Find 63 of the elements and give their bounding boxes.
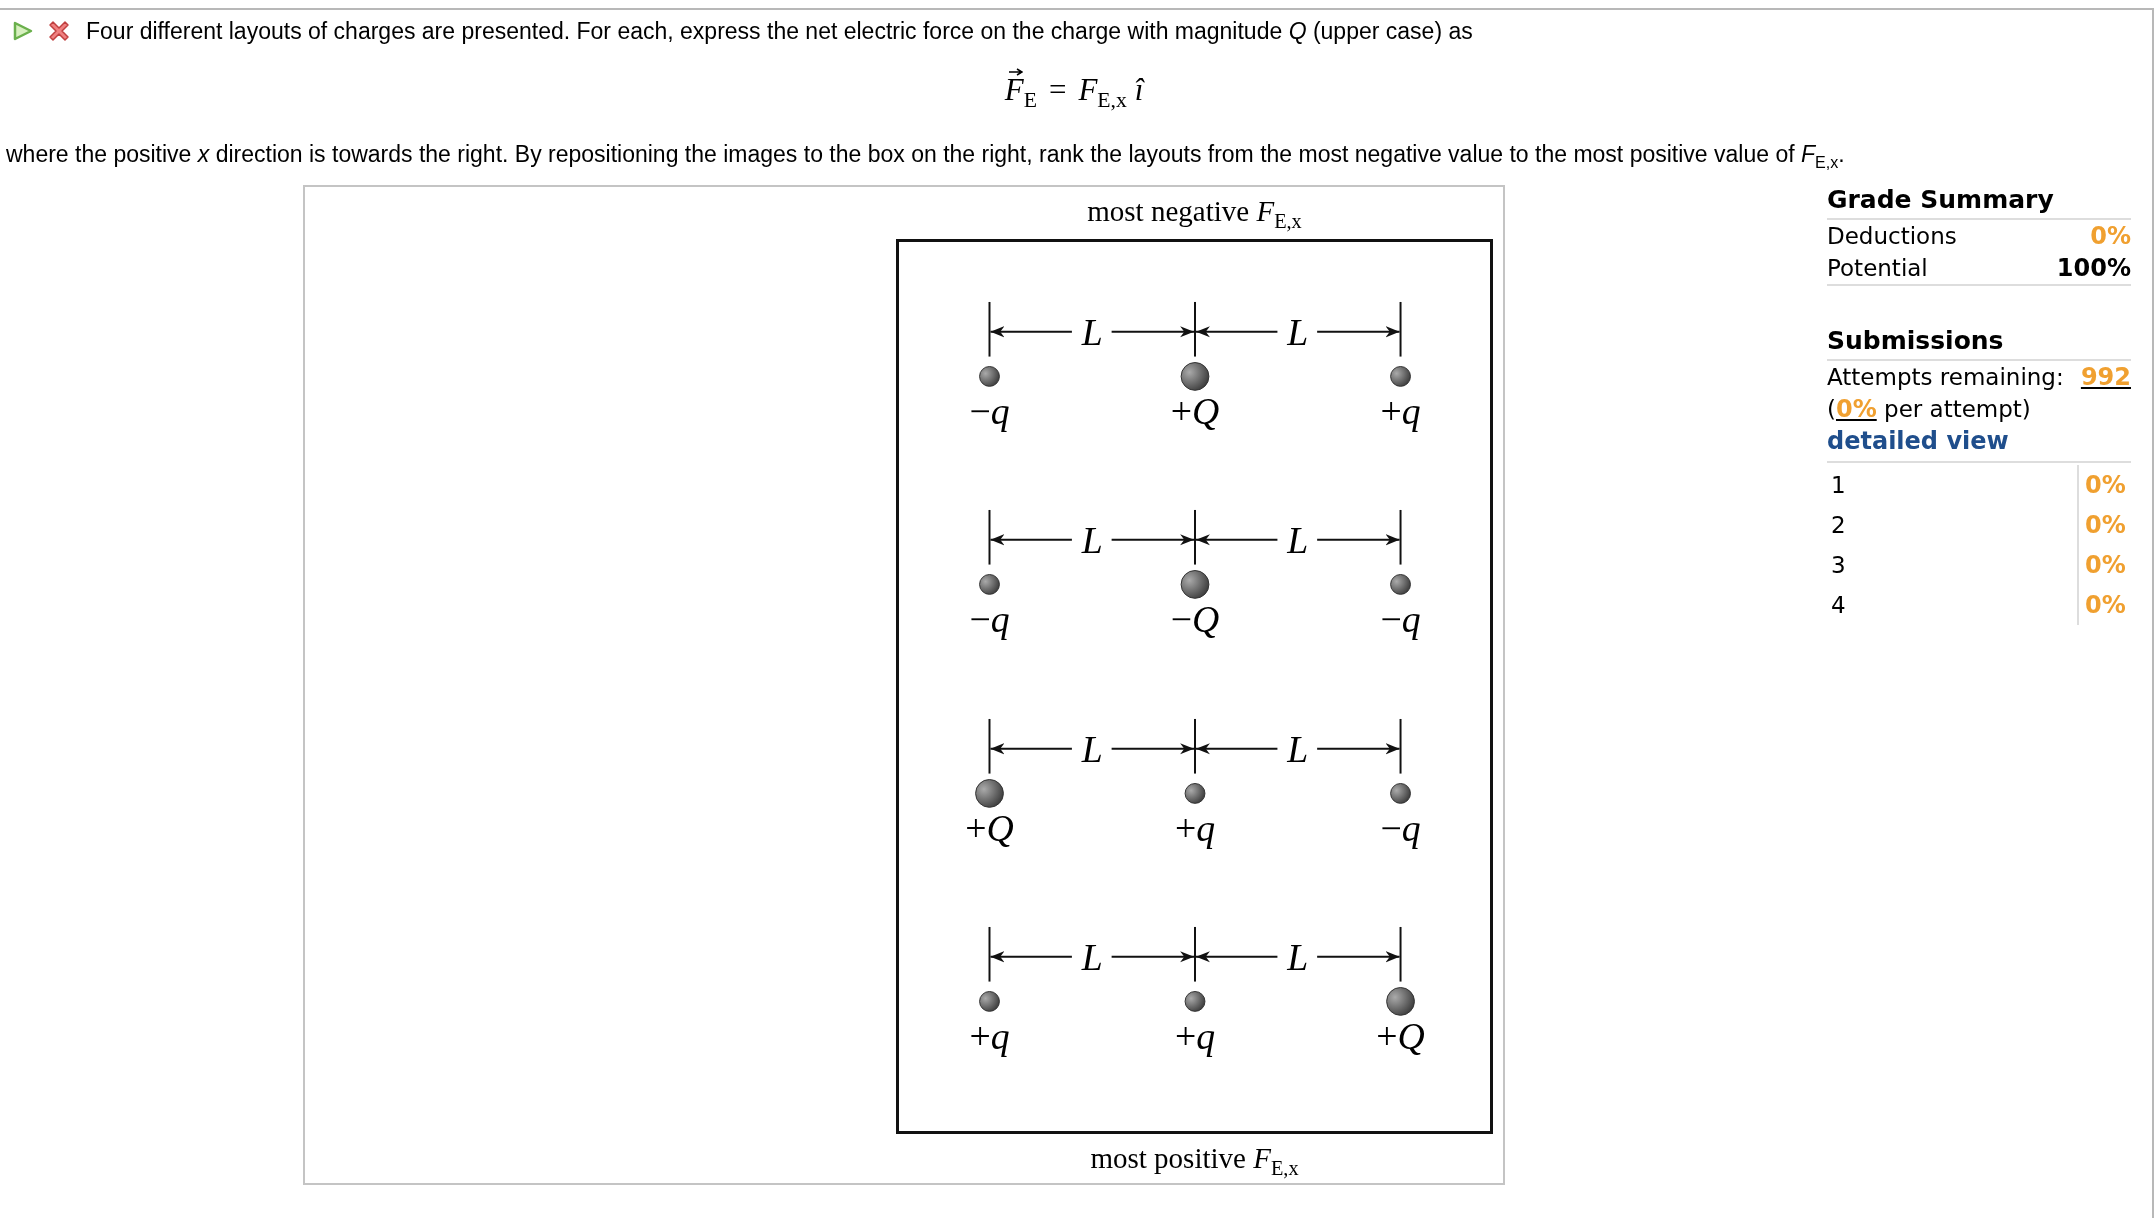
- charge-label: −q: [969, 389, 1010, 432]
- submissions-title: Submissions: [1827, 325, 2131, 361]
- question-text: Four different layouts of charges are presented. For each, express the net electric force on the charge with magnitude Q (upper case) as: [86, 17, 1473, 46]
- per-attempt-text: (0% per attempt): [1827, 393, 2032, 425]
- charge-label: +q: [969, 1015, 1010, 1058]
- distance-label: L: [1287, 935, 1309, 978]
- charge-label: +q: [1174, 1015, 1216, 1058]
- grade-summary-title: Grade Summary: [1827, 184, 2131, 220]
- charge-icon: [975, 778, 1004, 808]
- distance-label: L: [1081, 310, 1103, 353]
- charge-layout-drawing[interactable]: L L +q +q +Q: [899, 922, 1496, 1131]
- attempt-number: 1: [1830, 470, 1847, 500]
- charge-icon: [1184, 782, 1206, 804]
- equals-sign: =: [1048, 72, 1067, 108]
- charge-layout-drawing[interactable]: L L −q +Q +q: [899, 296, 1496, 506]
- charge-layout-drawing[interactable]: L L −q −Q −q: [899, 505, 1496, 714]
- grade-value: 100%: [2056, 252, 2131, 284]
- charge-label: −q: [1380, 806, 1421, 849]
- charge-label: −q: [1380, 598, 1421, 641]
- force-component-expression: F$_{E,x}$ î: [1078, 72, 1144, 114]
- force-vector-symbol: F$_{E}$: [1004, 72, 1037, 107]
- grade-value: 0%: [2090, 220, 2131, 252]
- distance-label: L: [1287, 310, 1309, 353]
- play-icon[interactable]: [12, 20, 34, 42]
- charge-icon: [979, 991, 1000, 1012]
- charge-icon: [1390, 574, 1411, 595]
- attempt-score: 0%: [2077, 544, 2131, 585]
- distance-label: L: [1287, 727, 1309, 770]
- charge-icon: [1390, 365, 1411, 387]
- grade-label: Potential: [1827, 253, 1928, 283]
- ranking-bottom-label: most positive F$_{E,x}$: [1089, 1140, 1300, 1181]
- distance-label: L: [1287, 518, 1309, 561]
- instructions-text: where the positive x direction is towards the right. By repositioning the images to the box on the right, rank the layouts from the most negative value to the most positive value of F$_{E,x}$.: [6, 141, 1845, 168]
- attempt-number: 2: [1830, 510, 1847, 540]
- charge-icon: [1390, 782, 1411, 804]
- charge-label: +Q: [1376, 1015, 1425, 1058]
- charge-icon: [1180, 361, 1210, 391]
- distance-label: L: [1081, 518, 1103, 561]
- attempt-score: 0%: [2077, 584, 2131, 625]
- charge-label: +q: [1380, 389, 1421, 432]
- attempt-number: 4: [1830, 590, 1847, 620]
- detailed-view-link[interactable]: detailed view: [1827, 424, 2131, 463]
- charge-label: +Q: [965, 806, 1014, 849]
- grade-label: Deductions: [1827, 221, 1957, 251]
- attempts-label: Attempts remaining:: [1827, 362, 2064, 392]
- charge-icon: [1180, 570, 1210, 599]
- charge-icon: [1184, 991, 1206, 1012]
- charge-label: +Q: [1170, 389, 1220, 432]
- attempt-number: 3: [1830, 550, 1847, 580]
- charge-icon: [1386, 987, 1415, 1016]
- vector-arrow-icon: [1008, 68, 1023, 76]
- charge-icon: [979, 574, 1000, 595]
- charge-layout-drawing[interactable]: L L +Q +q −q: [899, 713, 1496, 923]
- charge-label: −q: [969, 598, 1010, 641]
- distance-label: L: [1081, 727, 1103, 770]
- ranking-top-label: most negative F$_{E,x}$: [1086, 193, 1303, 234]
- charge-label: −Q: [1170, 598, 1220, 641]
- charge-icon: [979, 365, 1000, 387]
- charge-label: +q: [1174, 806, 1216, 849]
- attempt-score: 0%: [2077, 504, 2131, 545]
- attempt-score: 0%: [2077, 464, 2131, 505]
- distance-label: L: [1081, 935, 1103, 978]
- close-icon[interactable]: [46, 18, 72, 44]
